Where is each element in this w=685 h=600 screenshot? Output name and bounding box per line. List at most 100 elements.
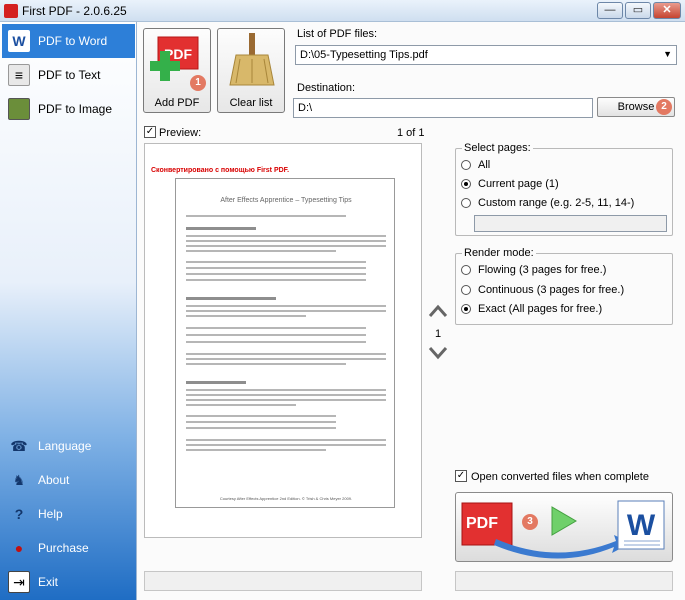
sidebar-item-pdf-to-text[interactable]: ≡ PDF to Text	[2, 58, 135, 92]
text-line	[186, 394, 386, 396]
option-current-page[interactable]: Current page (1)	[461, 178, 559, 190]
render-mode-title: Render mode:	[462, 247, 536, 259]
table-line	[186, 327, 366, 329]
preview-checkbox[interactable]: ✓	[144, 126, 156, 138]
section-heading	[186, 297, 276, 300]
exit-icon: ⇥	[8, 571, 30, 593]
text-line	[186, 310, 386, 312]
destination-input[interactable]: D:\	[293, 98, 593, 118]
sidebar-item-label: PDF to Image	[38, 102, 113, 116]
right-status-bar	[455, 571, 673, 591]
add-pdf-button[interactable]: PDF 1 Add PDF	[143, 28, 211, 113]
page-counter: 1 of 1	[397, 127, 425, 139]
option-custom-range[interactable]: Custom range (e.g. 2-5, 11, 14-)	[461, 197, 634, 209]
sidebar-item-pdf-to-image[interactable]: PDF to Image	[2, 92, 135, 126]
open-converted-checkbox[interactable]: ✓	[455, 470, 467, 482]
convert-button[interactable]: W PDF 3	[455, 492, 673, 562]
section-heading	[186, 227, 256, 230]
title-bar: First PDF - 2.0.6.25 — ▭ ✕	[0, 0, 685, 22]
destination-label: Destination:	[297, 82, 356, 94]
table-line	[186, 421, 336, 423]
sidebar-item-help[interactable]: ? Help	[2, 497, 135, 531]
sidebar-item-label: Exit	[38, 575, 59, 589]
text-line	[186, 353, 386, 355]
sidebar-item-label: PDF to Word	[38, 34, 108, 48]
clear-list-button[interactable]: Clear list	[217, 28, 285, 113]
browse-label: Browse	[617, 101, 655, 113]
sidebar-item-pdf-to-word[interactable]: W PDF to Word	[2, 24, 135, 58]
text-line	[186, 399, 386, 401]
page-down-icon[interactable]	[428, 346, 448, 360]
purchase-icon: ●	[14, 540, 24, 556]
text-line	[186, 439, 386, 441]
radio-exact[interactable]	[461, 304, 471, 314]
file-list-value: D:\05-Typesetting Tips.pdf	[300, 49, 428, 61]
preview-frame: Сконвертировано с помощью First PDF. Aft…	[144, 143, 422, 538]
sidebar-item-exit[interactable]: ⇥ Exit	[2, 565, 135, 599]
select-pages-title: Select pages:	[462, 142, 533, 154]
table-line	[186, 415, 336, 417]
text-line	[186, 235, 386, 237]
text-line	[186, 449, 326, 451]
sidebar-item-label: PDF to Text	[38, 68, 101, 82]
close-button[interactable]: ✕	[653, 2, 681, 19]
preview-label: Preview:	[159, 127, 202, 139]
maximize-button[interactable]: ▭	[625, 2, 651, 19]
text-icon: ≡	[8, 64, 30, 86]
page-up-icon[interactable]	[428, 304, 448, 318]
doc-title: After Effects Apprentice – Typesetting T…	[220, 197, 352, 204]
radio-all[interactable]	[461, 160, 471, 170]
sidebar-item-label: Purchase	[38, 541, 89, 555]
text-line	[186, 444, 386, 446]
text-line	[186, 305, 386, 307]
text-line	[186, 215, 346, 217]
option-flowing[interactable]: Flowing (3 pages for free.)	[461, 264, 606, 276]
svg-text:W: W	[627, 509, 656, 542]
render-mode-group: Render mode: Flowing (3 pages for free.)…	[455, 247, 673, 325]
radio-flowing[interactable]	[461, 265, 471, 275]
image-icon	[8, 98, 30, 120]
option-exact[interactable]: Exact (All pages for free.)	[461, 303, 602, 315]
option-label: Continuous (3 pages for free.)	[478, 284, 625, 296]
table-line	[186, 427, 336, 429]
left-status-bar	[144, 571, 422, 591]
text-line	[186, 389, 386, 391]
word-icon: W	[8, 30, 30, 52]
table-line	[186, 261, 366, 263]
option-label: Custom range (e.g. 2-5, 11, 14-)	[478, 197, 635, 209]
clear-list-label: Clear list	[229, 97, 273, 109]
sidebar-item-purchase[interactable]: ● Purchase	[2, 531, 135, 565]
window-title: First PDF - 2.0.6.25	[22, 4, 127, 18]
text-line	[186, 363, 346, 365]
sidebar: W PDF to Word ≡ PDF to Text PDF to Image…	[0, 22, 137, 600]
table-line	[186, 334, 366, 336]
step-1-badge: 1	[190, 75, 206, 91]
text-line	[186, 358, 386, 360]
sidebar-item-label: Language	[38, 439, 92, 453]
chevron-down-icon[interactable]: ▼	[663, 49, 672, 59]
table-line	[186, 279, 366, 281]
radio-current-page[interactable]	[461, 179, 471, 189]
help-icon: ?	[14, 506, 24, 522]
watermark-text: Сконвертировано с помощью First PDF.	[151, 167, 290, 174]
section-heading	[186, 381, 246, 384]
add-pdf-label: Add PDF	[154, 97, 200, 109]
doc-footer: Courtesy After Effects Apprentice 2nd Ed…	[219, 496, 353, 501]
minimize-button[interactable]: —	[597, 2, 623, 19]
main-panel: PDF 1 Add PDF Clear list List of PDF fil…	[137, 22, 685, 600]
custom-range-input[interactable]	[474, 215, 667, 232]
sidebar-item-about[interactable]: ♞ About	[2, 463, 135, 497]
sidebar-item-language[interactable]: ☎ Language	[2, 429, 135, 463]
text-line	[186, 315, 306, 317]
text-line	[186, 250, 336, 252]
option-continuous[interactable]: Continuous (3 pages for free.)	[461, 284, 624, 296]
option-all[interactable]: All	[461, 159, 490, 171]
radio-custom-range[interactable]	[461, 198, 471, 208]
file-list-select[interactable]: D:\05-Typesetting Tips.pdf ▼	[295, 45, 677, 65]
page-number: 1	[435, 328, 442, 340]
sidebar-item-label: Help	[38, 507, 63, 521]
option-label: Flowing (3 pages for free.)	[478, 264, 607, 276]
step-2-badge: 2	[656, 99, 672, 115]
radio-continuous[interactable]	[461, 285, 471, 295]
table-line	[186, 267, 366, 269]
